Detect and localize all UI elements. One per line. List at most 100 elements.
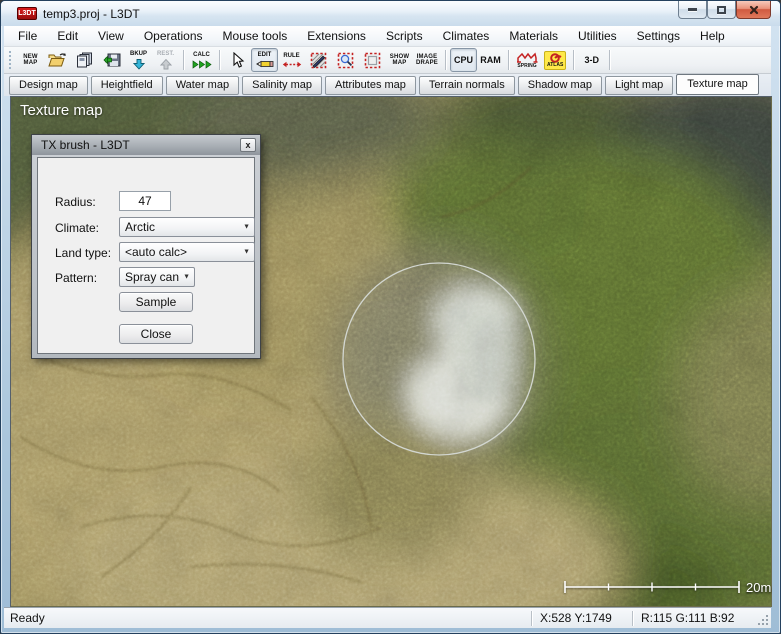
selection-hatch-icon bbox=[310, 52, 327, 69]
land-type-select[interactable]: <auto calc> ▼ bbox=[119, 242, 255, 262]
menu-edit[interactable]: Edit bbox=[47, 26, 88, 46]
status-text: Ready bbox=[4, 611, 531, 625]
spring-icon bbox=[516, 52, 538, 63]
menu-bar: File Edit View Operations Mouse tools Ex… bbox=[4, 26, 771, 47]
tab-attributes-map[interactable]: Attributes map bbox=[325, 76, 416, 95]
radius-input[interactable]: 47 bbox=[119, 191, 171, 211]
land-type-value: <auto calc> bbox=[125, 245, 187, 259]
atlas-badge: ATLAS bbox=[544, 51, 566, 70]
3d-view-button[interactable]: 3-D bbox=[578, 48, 605, 72]
climate-label: Climate: bbox=[55, 221, 99, 235]
resize-grip[interactable] bbox=[755, 608, 771, 629]
dialog-close-action-button[interactable]: Close bbox=[119, 324, 193, 344]
map-view-title: Texture map bbox=[20, 102, 103, 119]
menu-view[interactable]: View bbox=[88, 26, 134, 46]
save-map-button[interactable] bbox=[98, 48, 125, 72]
pattern-value: Spray can bbox=[125, 270, 179, 284]
open-project-button[interactable] bbox=[44, 48, 71, 72]
tx-brush-dialog: TX brush - L3DT x Radius: 47 Climate: Ar… bbox=[31, 134, 261, 359]
menu-scripts[interactable]: Scripts bbox=[376, 26, 433, 46]
selection-magnifier-icon bbox=[337, 52, 354, 69]
copy-map-button[interactable] bbox=[71, 48, 98, 72]
chevron-down-icon: ▼ bbox=[183, 274, 190, 281]
dialog-body: Radius: 47 Climate: Arctic ▼ Land type: … bbox=[37, 157, 255, 354]
menu-climates[interactable]: Climates bbox=[433, 26, 500, 46]
ram-button[interactable]: RAM bbox=[477, 48, 504, 72]
status-bar: Ready X:528 Y:1749 R:115 G:111 B:92 bbox=[4, 607, 771, 628]
close-button[interactable] bbox=[736, 1, 771, 19]
tab-heightfield[interactable]: Heightfield bbox=[91, 76, 163, 95]
pattern-select[interactable]: Spray can ▼ bbox=[119, 267, 195, 287]
pencil-icon bbox=[256, 60, 274, 68]
window-title: temp3.proj - L3DT bbox=[43, 7, 140, 21]
spring-button[interactable]: SPRING bbox=[513, 48, 541, 72]
atlas-button[interactable]: ATLAS bbox=[541, 48, 569, 72]
tab-salinity-map[interactable]: Salinity map bbox=[242, 76, 322, 95]
tab-water-map[interactable]: Water map bbox=[166, 76, 239, 95]
toolbar-separator bbox=[183, 50, 184, 70]
menu-materials[interactable]: Materials bbox=[499, 26, 568, 46]
menu-mouse-tools[interactable]: Mouse tools bbox=[213, 26, 298, 46]
image-drape-button[interactable]: IMAGE DRAPE bbox=[413, 48, 441, 72]
map-viewport: Texture map 20m TX brush - L3DT x Radius… bbox=[10, 96, 772, 607]
climate-value: Arctic bbox=[125, 220, 155, 234]
sample-button[interactable]: Sample bbox=[119, 292, 193, 312]
close-icon bbox=[749, 5, 759, 15]
cursor-coordinates: X:528 Y:1749 bbox=[532, 611, 632, 625]
backup-down-arrow-icon bbox=[133, 59, 145, 70]
maximize-icon bbox=[717, 6, 726, 14]
tab-light-map[interactable]: Light map bbox=[605, 76, 673, 95]
minimize-button[interactable] bbox=[678, 1, 707, 19]
save-import-icon bbox=[103, 52, 121, 68]
select-region-tool-button[interactable] bbox=[359, 48, 386, 72]
chevron-down-icon: ▼ bbox=[243, 249, 250, 256]
dialog-title: TX brush - L3DT bbox=[41, 138, 240, 152]
menu-utilities[interactable]: Utilities bbox=[568, 26, 627, 46]
menu-help[interactable]: Help bbox=[690, 26, 735, 46]
pattern-label: Pattern: bbox=[55, 271, 97, 285]
title-bar[interactable]: L3DT temp3.proj - L3DT bbox=[1, 1, 781, 26]
dialog-title-bar[interactable]: TX brush - L3DT x bbox=[32, 135, 260, 155]
tab-design-map[interactable]: Design map bbox=[9, 76, 88, 95]
pointer-tool-button[interactable] bbox=[224, 48, 251, 72]
climate-select[interactable]: Arctic ▼ bbox=[119, 217, 255, 237]
map-tab-bar: Design map Heightfield Water map Salinit… bbox=[4, 74, 771, 96]
maximize-button[interactable] bbox=[707, 1, 736, 19]
menu-file[interactable]: File bbox=[8, 26, 47, 46]
calc-arrows-icon bbox=[192, 60, 212, 69]
tab-texture-map[interactable]: Texture map bbox=[676, 74, 759, 95]
selection-box-icon bbox=[364, 52, 381, 69]
menu-extensions[interactable]: Extensions bbox=[297, 26, 376, 46]
app-icon: L3DT bbox=[17, 7, 37, 20]
toolbar-separator bbox=[573, 50, 574, 70]
app-window: L3DT temp3.proj - L3DT File Edit View Op… bbox=[0, 0, 781, 634]
edit-tool-button[interactable]: EDIT bbox=[251, 48, 278, 72]
dialog-close-button[interactable]: x bbox=[240, 138, 256, 152]
land-type-label: Land type: bbox=[55, 246, 111, 260]
menu-settings[interactable]: Settings bbox=[627, 26, 690, 46]
open-folder-icon bbox=[48, 52, 67, 68]
scale-ruler-icon bbox=[563, 579, 741, 595]
menu-operations[interactable]: Operations bbox=[134, 26, 213, 46]
radius-label: Radius: bbox=[55, 195, 96, 209]
select-edit-tool-button[interactable] bbox=[305, 48, 332, 72]
rule-tool-button[interactable]: RULE bbox=[278, 48, 305, 72]
toolbar-separator bbox=[445, 50, 446, 70]
minimize-icon bbox=[688, 8, 697, 11]
ruler-arrow-icon bbox=[282, 61, 302, 68]
calc-button[interactable]: CALC bbox=[188, 48, 215, 72]
scale-bar: 20m bbox=[563, 579, 771, 595]
toolbar: NEW MAP bbox=[4, 47, 771, 74]
chevron-down-icon: ▼ bbox=[243, 224, 250, 231]
cpu-button[interactable]: CPU bbox=[450, 48, 477, 72]
tab-shadow-map[interactable]: Shadow map bbox=[518, 76, 602, 95]
toolbar-separator bbox=[508, 50, 509, 70]
new-map-button[interactable]: NEW MAP bbox=[17, 48, 44, 72]
tab-terrain-normals[interactable]: Terrain normals bbox=[419, 76, 515, 95]
toolbar-grip[interactable] bbox=[9, 51, 12, 69]
backup-button[interactable]: BKUP bbox=[125, 48, 152, 72]
show-map-button[interactable]: SHOW MAP bbox=[386, 48, 413, 72]
copy-pages-icon bbox=[76, 52, 94, 68]
select-zoom-tool-button[interactable] bbox=[332, 48, 359, 72]
cursor-icon bbox=[231, 52, 245, 69]
